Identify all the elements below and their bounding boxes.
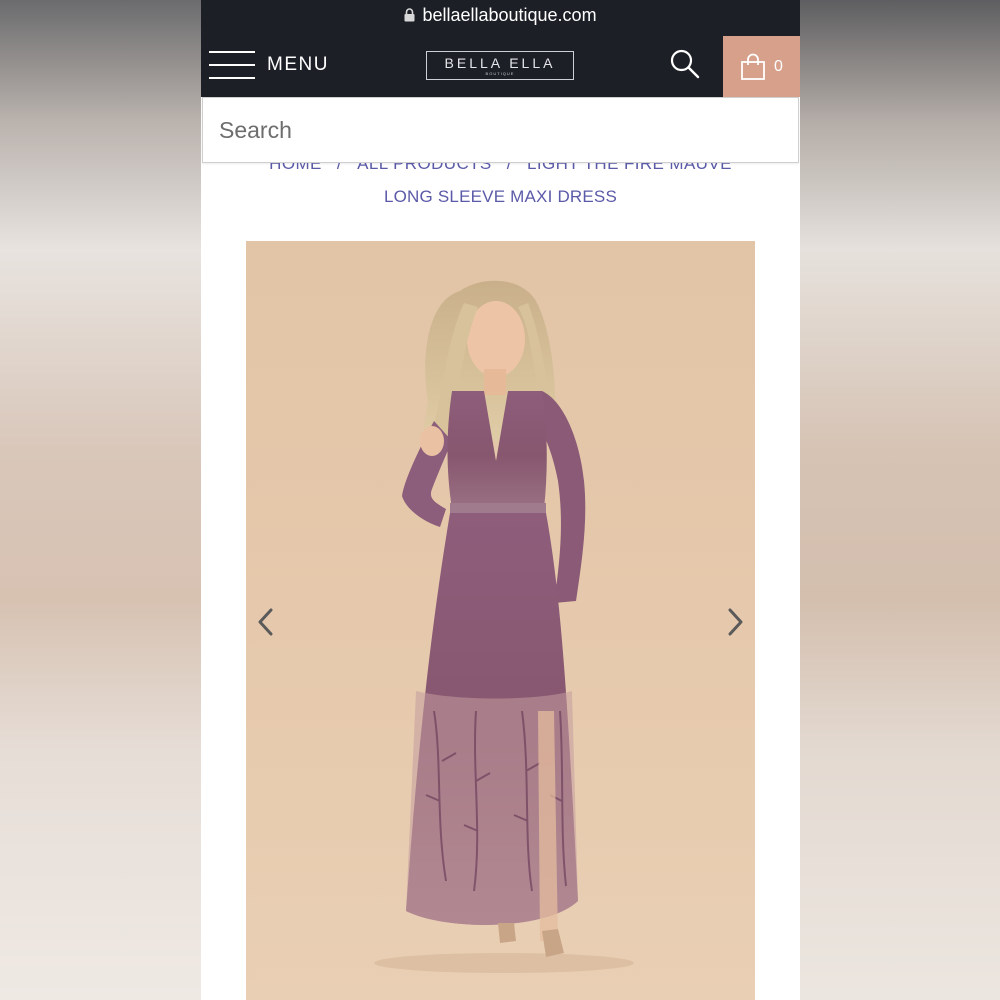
site-logo[interactable]: BELLA ELLA BOUTIQUE	[426, 51, 574, 80]
mobile-screen: bellaellaboutique.com MENU BELLA ELLA BO…	[201, 0, 800, 1000]
search-input[interactable]	[203, 98, 798, 162]
next-image-button[interactable]	[724, 606, 746, 638]
search-button[interactable]	[669, 48, 701, 80]
hamburger-icon	[209, 49, 255, 81]
cart-button[interactable]: 0	[723, 36, 800, 97]
browser-url-bar[interactable]: bellaellaboutique.com	[201, 0, 800, 30]
product-image[interactable]	[246, 241, 755, 1000]
logo-subtext: BOUTIQUE	[485, 70, 515, 76]
menu-button[interactable]: MENU	[209, 48, 329, 82]
blurred-backdrop-left	[0, 0, 201, 1000]
cart-count: 0	[774, 57, 783, 75]
chevron-right-icon	[728, 608, 743, 636]
breadcrumb-product-start: LIGHT THE FIRE MAUVE	[527, 163, 732, 172]
breadcrumb-home[interactable]: HOME	[269, 163, 322, 172]
search-bar	[202, 97, 799, 163]
chevron-left-icon	[258, 608, 273, 636]
browser-url: bellaellaboutique.com	[422, 4, 597, 25]
breadcrumb-all-products[interactable]: ALL PRODUCTS	[357, 163, 492, 172]
previous-image-button[interactable]	[255, 606, 277, 638]
product-photo	[374, 280, 634, 973]
logo-text: BELLA ELLA	[444, 54, 556, 71]
breadcrumb-current: LONG SLEEVE MAXI DRESS	[383, 187, 618, 206]
search-icon	[670, 49, 700, 79]
shopping-bag-icon	[741, 53, 765, 80]
blurred-backdrop-right	[800, 0, 1000, 1000]
lock-icon	[404, 8, 415, 22]
site-header: MENU BELLA ELLA BOUTIQUE 0	[201, 30, 800, 97]
menu-label: MENU	[267, 54, 329, 75]
breadcrumb-separator: /	[337, 163, 342, 172]
breadcrumb: HOME / ALL PRODUCTS / LIGHT THE FIRE MAU…	[201, 163, 800, 172]
breadcrumb-separator: /	[507, 163, 512, 172]
